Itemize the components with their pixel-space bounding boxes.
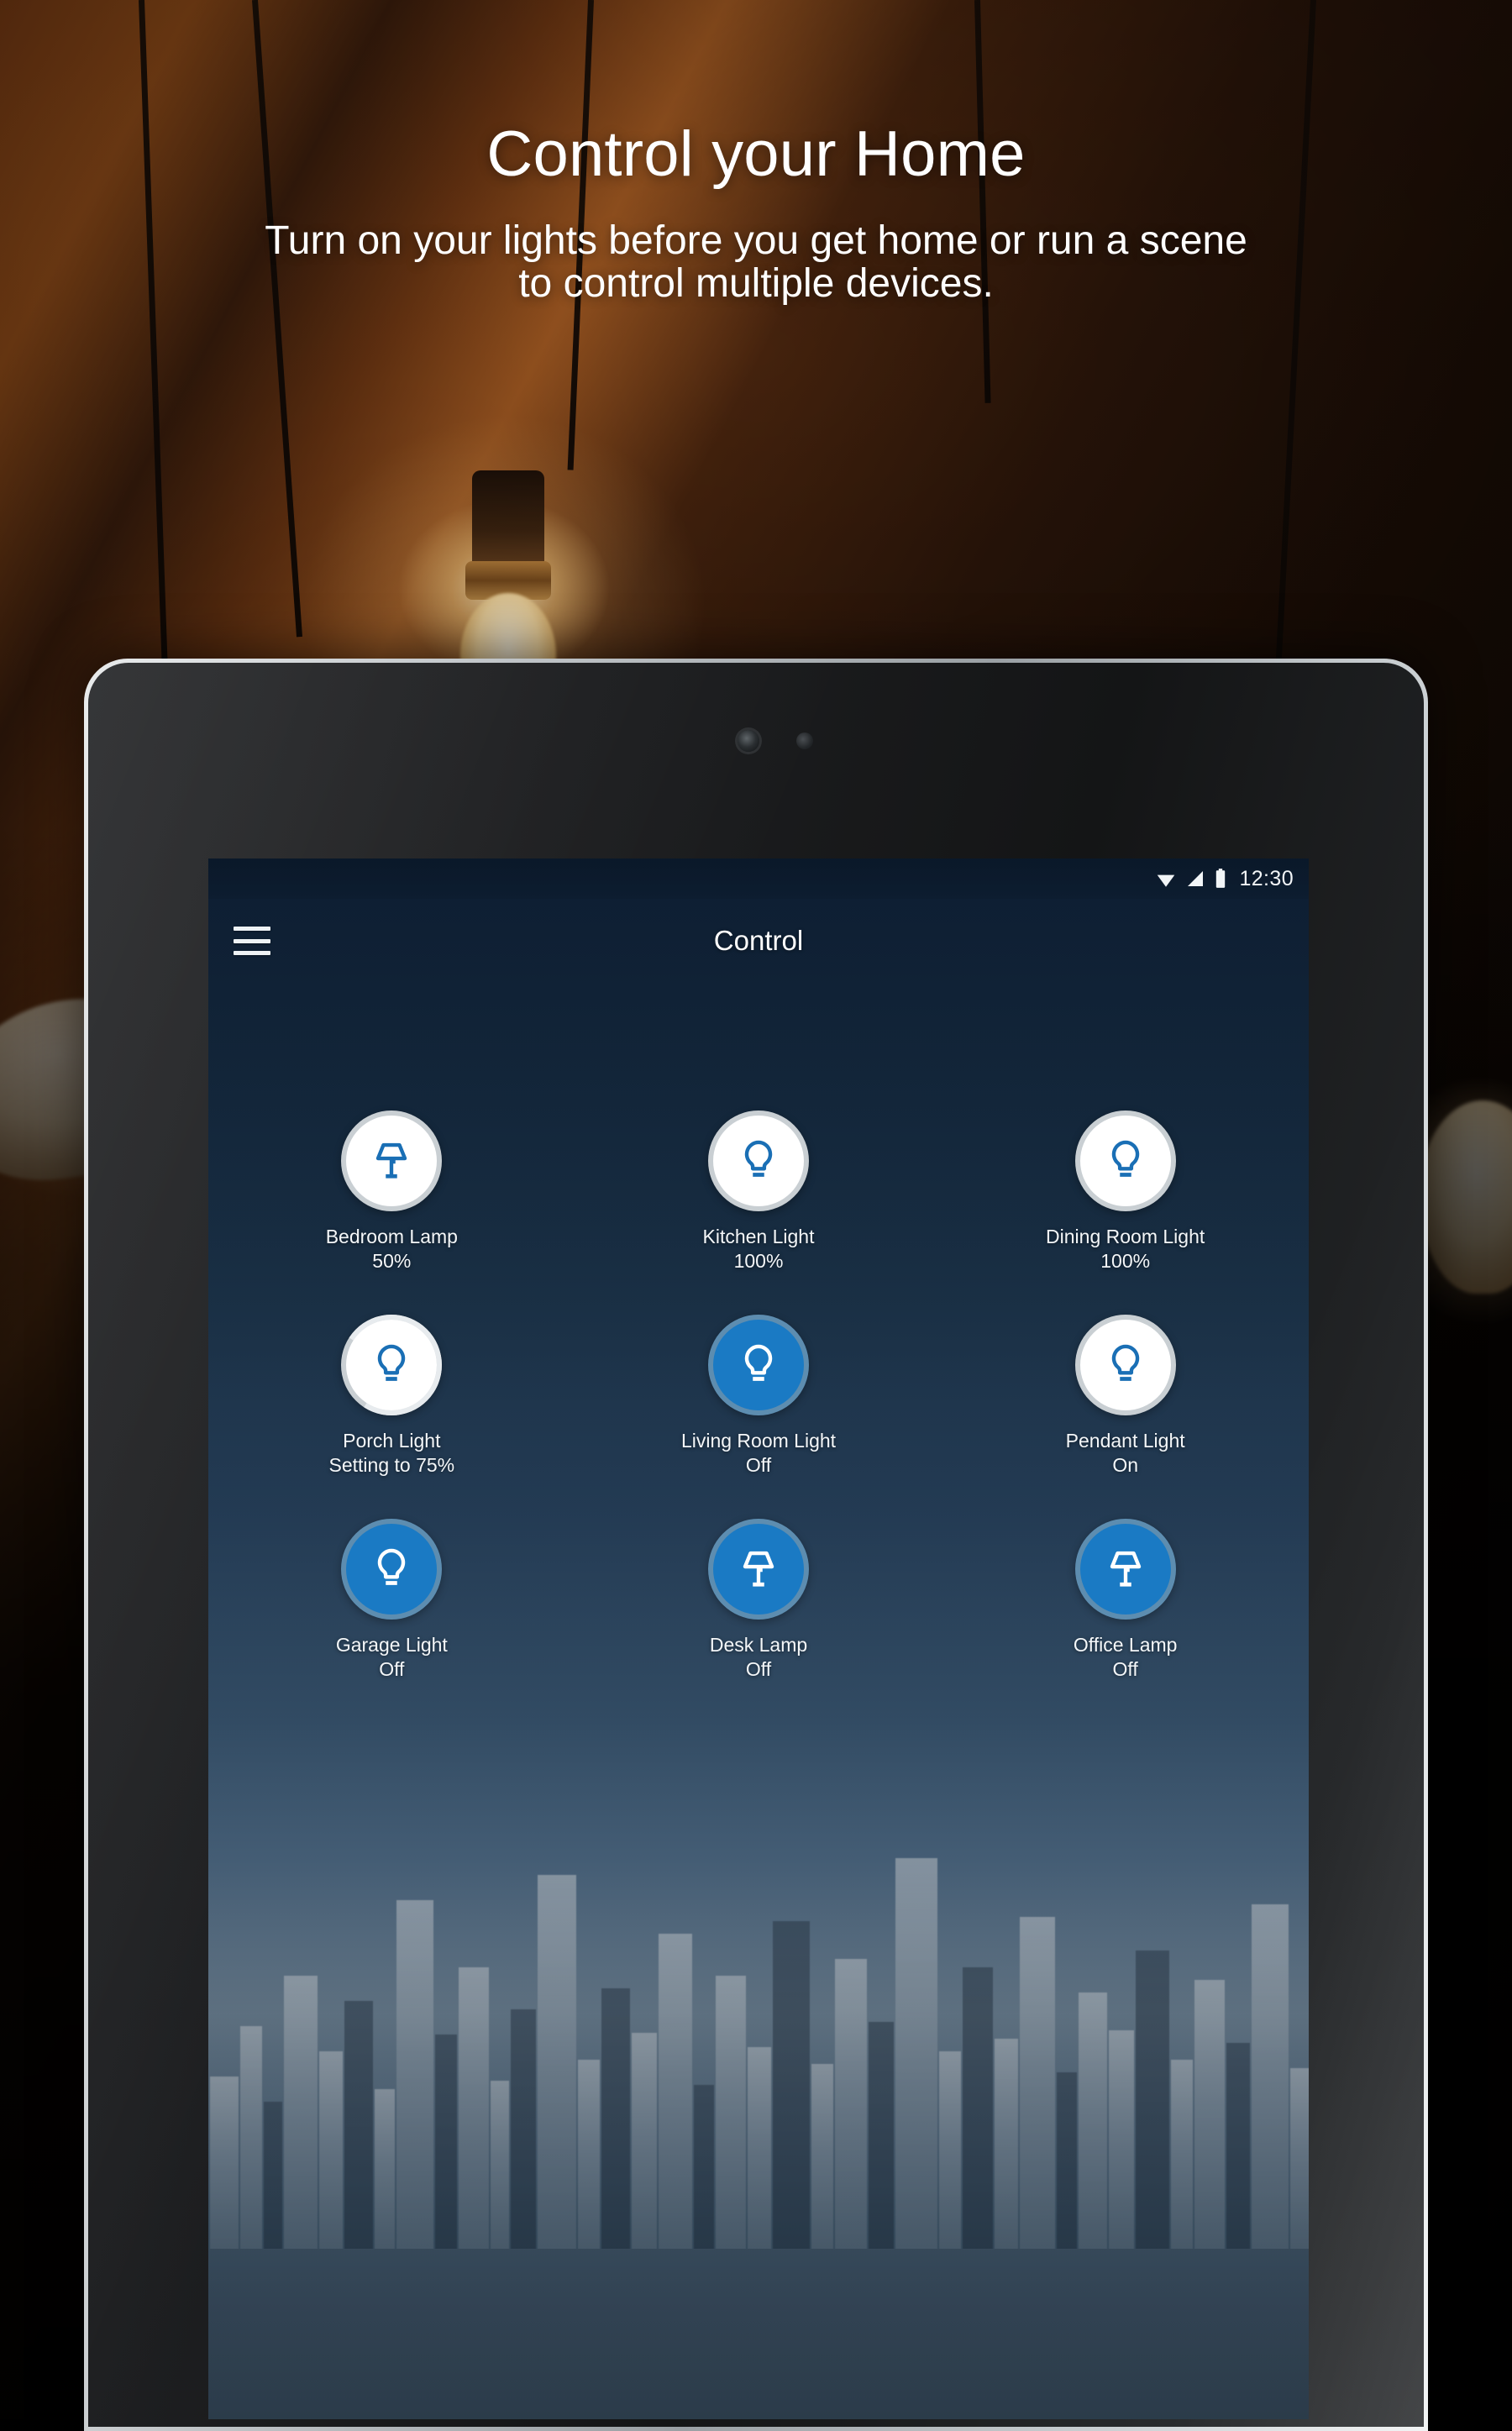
device-name: Pendant Light	[1065, 1429, 1185, 1452]
device-state: 100%	[1100, 1250, 1151, 1273]
device-toggle-button[interactable]	[341, 1314, 443, 1415]
device-name: Desk Lamp	[709, 1633, 808, 1656]
device-name: Dining Room Light	[1046, 1226, 1205, 1247]
device-state: Off	[745, 1454, 772, 1477]
light-bulb-icon	[378, 1548, 406, 1585]
front-camera-icon	[738, 730, 759, 752]
promo-title: Control your Home	[486, 118, 1026, 190]
device-tile[interactable]: Pendant Light On	[942, 1314, 1309, 1478]
cityscape-wallpaper	[208, 1783, 1309, 2253]
promo-subtitle: Turn on your lights before you get home …	[265, 218, 1247, 306]
device-toggle-button[interactable]	[341, 1110, 443, 1211]
device-toggle-button[interactable]	[707, 1110, 809, 1211]
device-toggle-button[interactable]	[1074, 1314, 1176, 1415]
device-state: Setting to 75%	[328, 1454, 455, 1477]
wifi-icon	[1158, 874, 1175, 887]
device-state: Off	[1112, 1658, 1138, 1681]
device-grid: Bedroom Lamp 50% Kitchen Light 100% Dini…	[208, 1110, 1309, 1683]
light-bulb-icon	[744, 1140, 773, 1177]
table-lamp-icon	[376, 1142, 407, 1179]
device-state: 50%	[372, 1250, 412, 1273]
light-bulb-icon	[744, 1344, 773, 1381]
hamburger-menu-icon[interactable]	[234, 927, 270, 955]
battery-full-icon	[1216, 869, 1226, 888]
device-name: Office Lamp	[1073, 1633, 1178, 1656]
device-name: Kitchen Light	[702, 1226, 815, 1247]
device-tile[interactable]: Dining Room Light 100%	[942, 1110, 1309, 1274]
cell-signal-icon	[1188, 871, 1204, 886]
device-tile[interactable]: Garage Light Off	[208, 1518, 575, 1683]
device-state: Off	[379, 1658, 405, 1681]
table-lamp-icon	[1110, 1551, 1141, 1587]
device-name: Garage Light	[335, 1633, 448, 1656]
device-tile[interactable]: Kitchen Light 100%	[575, 1110, 942, 1274]
light-bulb-icon	[1111, 1140, 1139, 1177]
device-tile[interactable]: Porch Light Setting to 75%	[208, 1314, 575, 1478]
device-tile[interactable]: Office Lamp Off	[942, 1518, 1309, 1683]
light-bulb-icon	[378, 1344, 406, 1381]
harbor-water	[208, 2249, 1309, 2419]
page-title: Control	[713, 925, 804, 956]
device-name: Porch Light	[343, 1429, 441, 1452]
promo-copy: Control your Home Turn on your lights be…	[0, 123, 1512, 306]
device-toggle-button[interactable]	[707, 1518, 809, 1620]
device-toggle-button[interactable]	[707, 1314, 809, 1415]
status-bar: 12:30	[208, 858, 1309, 899]
device-toggle-button[interactable]	[1074, 1110, 1176, 1211]
device-state: 100%	[733, 1250, 784, 1273]
app-screen: 12:30 Control Bedroom Lamp 50% Kitchen L…	[208, 858, 1309, 2419]
status-bar-time: 12:30	[1239, 866, 1294, 890]
device-tile[interactable]: Bedroom Lamp 50%	[208, 1110, 575, 1274]
app-bar: Control	[208, 899, 1309, 983]
light-bulb-icon	[1111, 1344, 1139, 1381]
device-toggle-button[interactable]	[341, 1518, 443, 1620]
device-state: On	[1112, 1454, 1138, 1477]
device-state: Off	[745, 1658, 772, 1681]
table-lamp-icon	[743, 1551, 774, 1587]
proximity-sensor-icon	[796, 732, 813, 749]
device-name: Living Room Light	[680, 1429, 837, 1452]
device-toggle-button[interactable]	[1074, 1518, 1176, 1620]
device-name: Bedroom Lamp	[325, 1226, 458, 1247]
device-tile[interactable]: Desk Lamp Off	[575, 1518, 942, 1683]
device-tile[interactable]: Living Room Light Off	[575, 1314, 942, 1478]
